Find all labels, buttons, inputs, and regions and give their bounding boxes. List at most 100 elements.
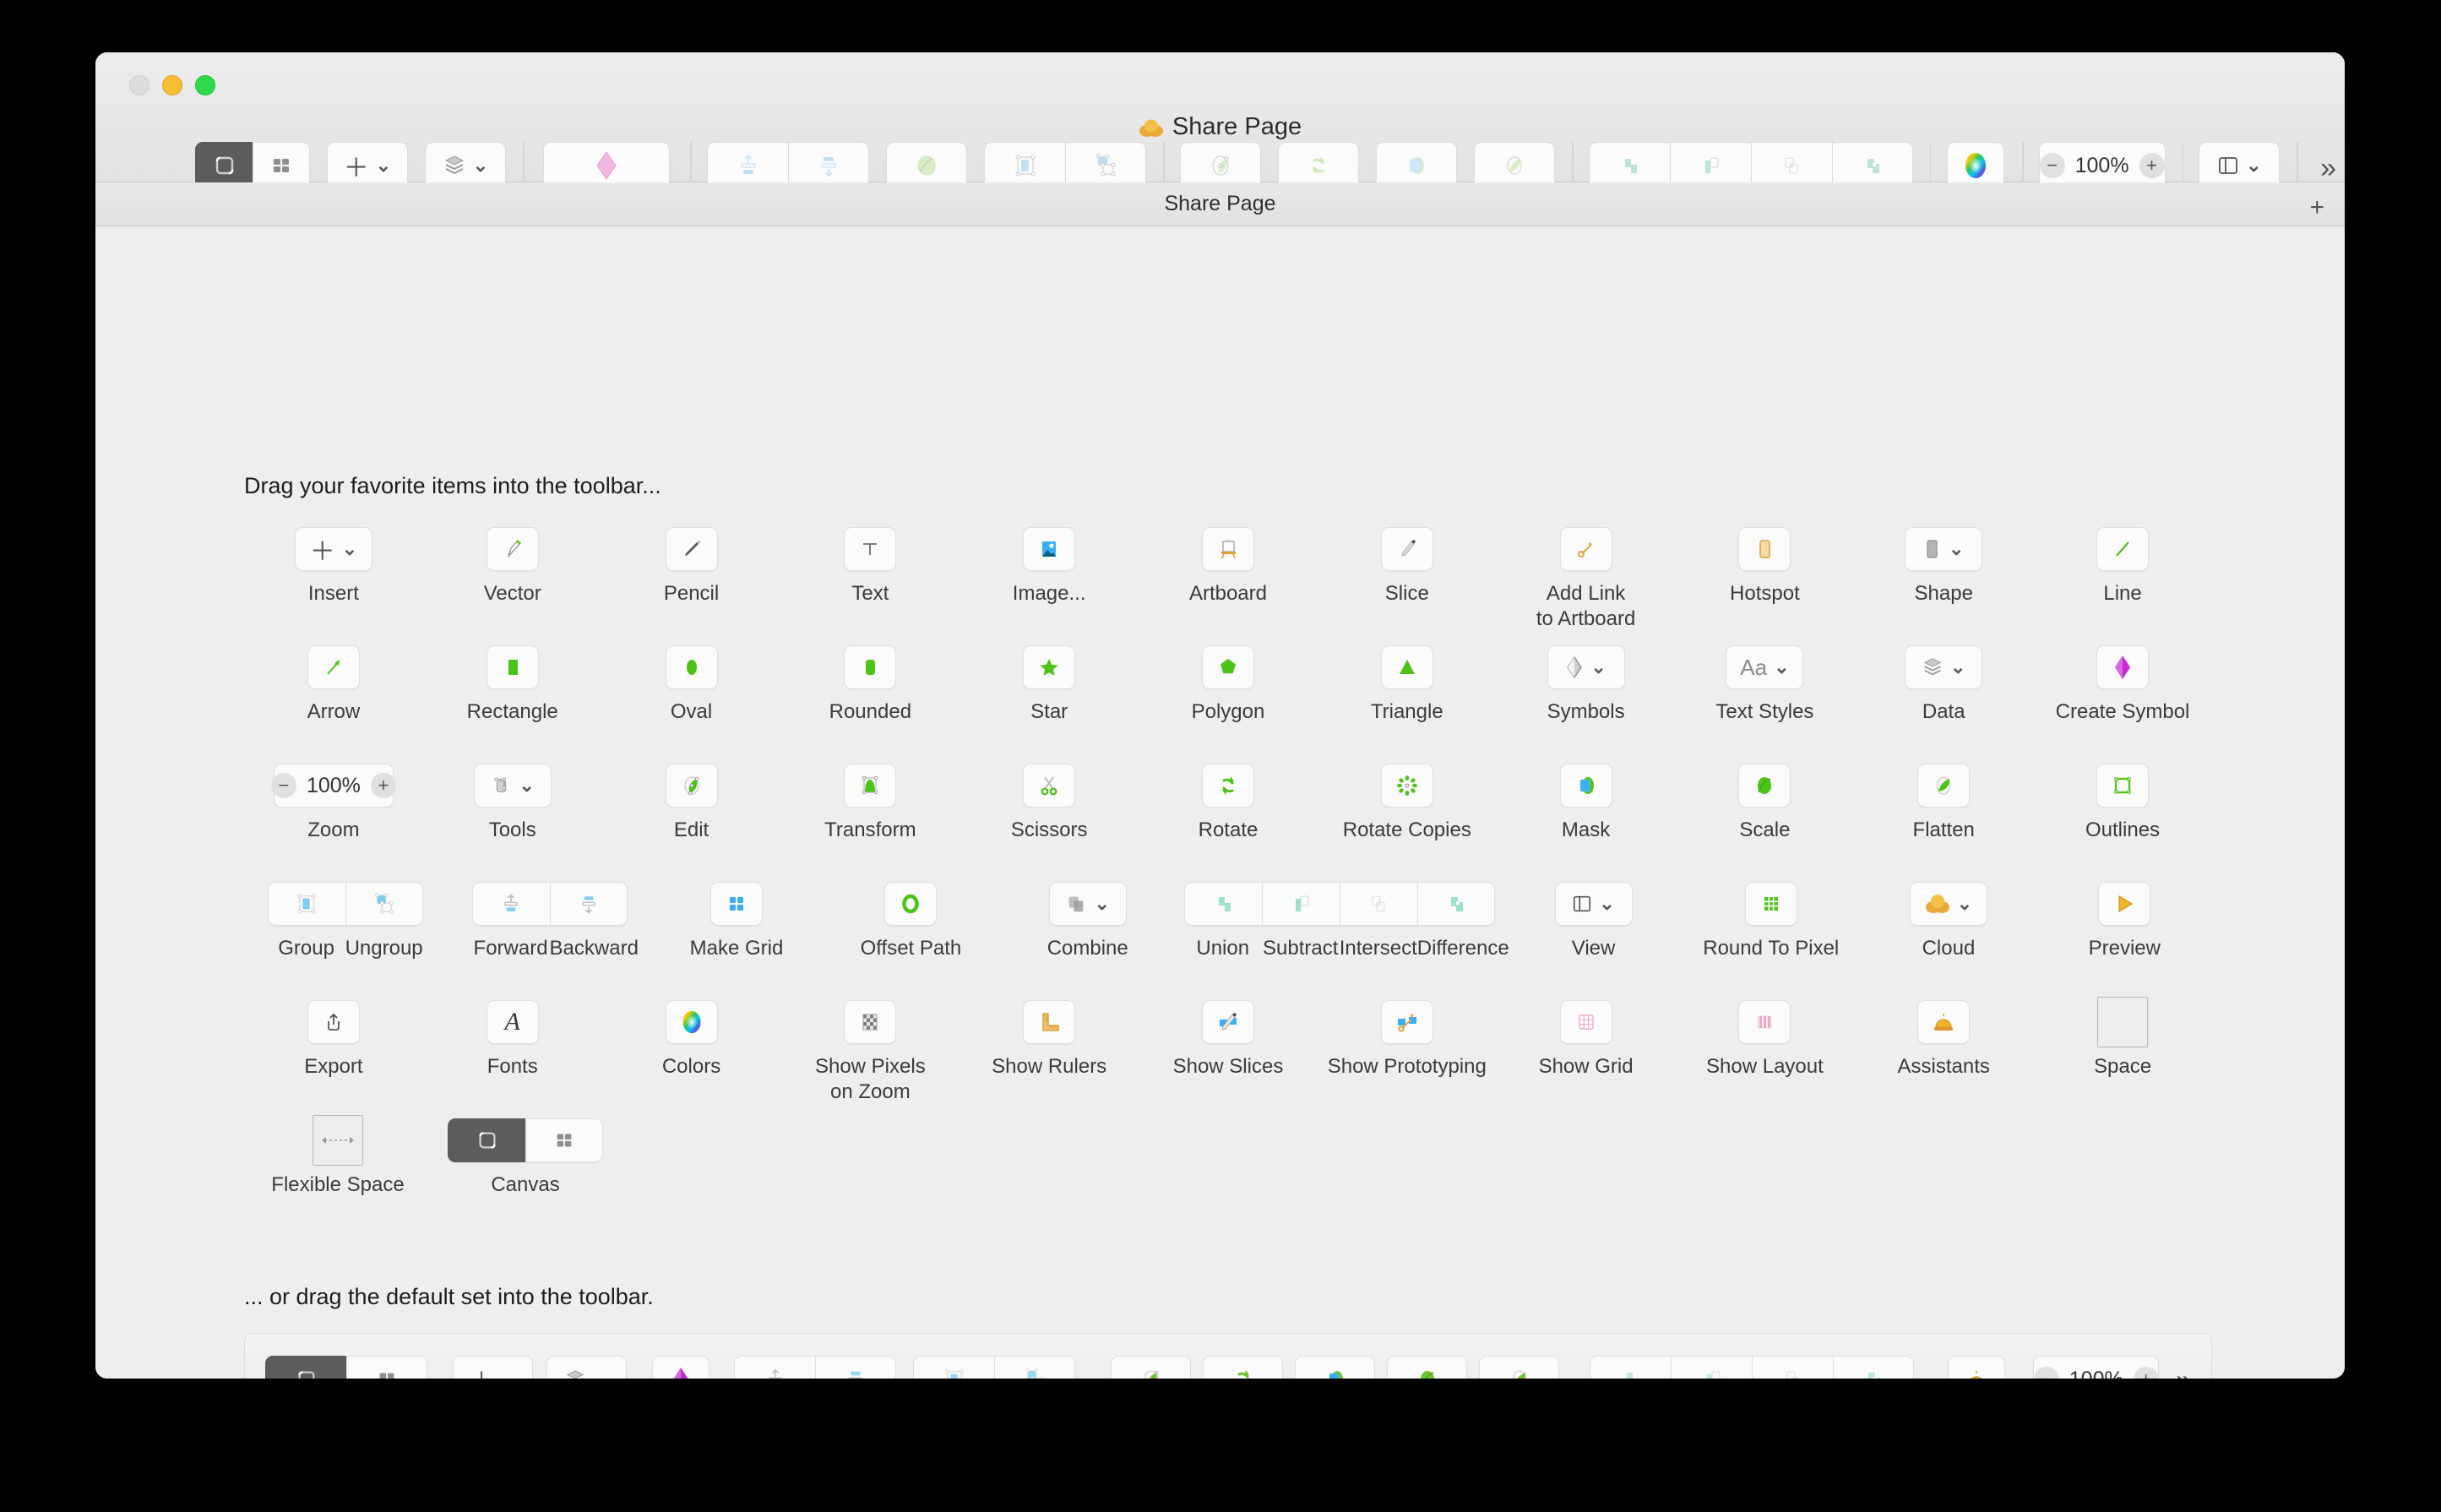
flexible-space-icon[interactable] — [313, 1115, 363, 1166]
scissors-icon[interactable] — [1023, 764, 1076, 808]
rectangle-icon[interactable] — [486, 645, 539, 689]
palette-item-transform[interactable]: Transform — [780, 760, 960, 878]
grid-lines-icon[interactable] — [1559, 1000, 1612, 1044]
layers-icon[interactable]: ⌄ — [1905, 645, 1983, 689]
assistants-bell-icon[interactable] — [1917, 1000, 1971, 1044]
maximize-window-button[interactable] — [195, 75, 215, 95]
symbols-icon[interactable]: ⌄ — [1547, 645, 1625, 689]
backward-icon[interactable] — [549, 882, 628, 926]
arrow-icon[interactable] — [307, 645, 360, 689]
new-tab-button[interactable]: + — [2309, 193, 2324, 222]
palette-item-show-grid[interactable]: Show Grid — [1497, 997, 1676, 1115]
insert-button[interactable]: ＋⌄ — [294, 527, 372, 571]
make-grid-icon[interactable] — [709, 882, 763, 926]
palette-item-star[interactable]: Star — [960, 642, 1139, 760]
show-pixels-icon[interactable] — [844, 1000, 897, 1044]
oval-icon[interactable] — [665, 645, 718, 689]
palette-item-rectangle[interactable]: Rectangle — [423, 642, 602, 760]
palette-item-round-to-pixel[interactable]: Round To Pixel — [1682, 878, 1860, 997]
triangle-icon[interactable] — [1380, 645, 1433, 689]
difference-icon[interactable] — [1416, 882, 1495, 926]
palette-item-text-styles[interactable]: Aa ⌄ Text Styles — [1676, 642, 1855, 760]
grid-icon[interactable] — [346, 1356, 427, 1379]
close-window-button[interactable] — [129, 75, 150, 95]
zoom-stepper[interactable]: −100% + — [270, 764, 396, 808]
palette-item-vector[interactable]: Vector — [423, 524, 602, 642]
data-button[interactable]: ⌄ — [546, 1356, 627, 1379]
palette-item-forward-backward[interactable]: Forward Backward — [446, 878, 653, 997]
palette-item-symbols[interactable]: ⌄ Symbols — [1497, 642, 1676, 760]
palette-item-line[interactable]: Line — [2033, 524, 2212, 642]
image-icon[interactable] — [1023, 527, 1076, 571]
canvas-icon[interactable] — [265, 1356, 346, 1379]
assistants-bell-icon[interactable] — [1947, 1356, 2005, 1379]
symbol-diamond-icon[interactable] — [2096, 645, 2150, 689]
mask-icon[interactable] — [1559, 764, 1612, 808]
palette-item-insert[interactable]: ＋ ⌄ Insert — [244, 524, 423, 642]
scale-icon[interactable] — [1387, 1356, 1468, 1379]
forward-icon[interactable] — [471, 882, 550, 926]
toolbar-overflow-button[interactable]: » — [2320, 152, 2336, 185]
edit-icon[interactable] — [1110, 1356, 1192, 1379]
space-placeholder-icon[interactable] — [2097, 997, 2149, 1047]
intersect-icon[interactable] — [1752, 1356, 1834, 1379]
palette-item-text[interactable]: Text — [780, 524, 960, 642]
insert-button[interactable]: ＋⌄ — [452, 1356, 533, 1379]
combine-icon[interactable]: ⌄ — [1048, 882, 1127, 926]
rotate-icon[interactable] — [1202, 1356, 1284, 1379]
default-boolean-segment[interactable] — [1590, 1356, 1915, 1379]
preview-play-icon[interactable] — [2098, 882, 2151, 926]
default-set-overflow-icon[interactable]: » — [2176, 1364, 2191, 1379]
palette-item-zoom[interactable]: −100% + Zoom — [244, 760, 423, 878]
text-styles-icon[interactable]: Aa ⌄ — [1726, 645, 1804, 689]
zoom-out-button[interactable]: − — [2033, 1367, 2059, 1379]
palette-item-colors[interactable]: Colors — [602, 997, 781, 1115]
export-icon[interactable] — [307, 1000, 360, 1044]
symbol-diamond-icon[interactable] — [651, 1356, 709, 1379]
palette-item-hotspot[interactable]: Hotspot — [1676, 524, 1855, 642]
palette-item-export[interactable]: Export — [244, 997, 423, 1115]
default-canvas-segment[interactable] — [265, 1356, 427, 1379]
round-to-pixel-icon[interactable] — [1744, 882, 1797, 926]
palette-item-data[interactable]: ⌄ Data — [1854, 642, 2033, 760]
flatten-icon[interactable] — [1917, 764, 1971, 808]
forward-icon[interactable] — [734, 1356, 816, 1379]
palette-item-show-pixels-on-zoom[interactable]: Show Pixels on Zoom — [780, 997, 960, 1115]
palette-item-boolean-ops[interactable]: Union Subtract Intersect Difference — [1174, 878, 1509, 997]
union-icon[interactable] — [1590, 1356, 1672, 1379]
palette-item-pencil[interactable]: Pencil — [602, 524, 781, 642]
palette-item-flatten[interactable]: Flatten — [1854, 760, 2033, 878]
palette-item-canvas[interactable]: Canvas — [432, 1115, 619, 1233]
backward-icon[interactable] — [815, 1356, 897, 1379]
zoom-in-button[interactable]: + — [370, 773, 396, 798]
subtract-icon[interactable] — [1671, 1356, 1753, 1379]
palette-item-fonts[interactable]: A Fonts — [423, 997, 602, 1115]
layout-columns-icon[interactable] — [1738, 1000, 1791, 1044]
palette-item-offset-path[interactable]: Offset Path — [820, 878, 1002, 997]
canvas-icon[interactable] — [448, 1118, 525, 1162]
palette-item-show-slices[interactable]: Show Slices — [1139, 997, 1318, 1115]
palette-item-image[interactable]: Image... — [960, 524, 1139, 642]
artboard-icon[interactable] — [1201, 527, 1254, 571]
polygon-icon[interactable] — [1201, 645, 1254, 689]
zoom-in-button[interactable]: + — [2139, 153, 2165, 178]
palette-item-shape[interactable]: ⌄ Shape — [1854, 524, 2033, 642]
palette-item-tools[interactable]: ⌄ Tools — [423, 760, 602, 878]
group-icon[interactable] — [267, 882, 345, 926]
minimize-window-button[interactable] — [162, 75, 182, 95]
palette-item-make-grid[interactable]: Make Grid — [653, 878, 820, 997]
palette-item-create-symbol[interactable]: Create Symbol — [2033, 642, 2212, 760]
palette-item-triangle[interactable]: Triangle — [1318, 642, 1497, 760]
palette-item-oval[interactable]: Oval — [602, 642, 781, 760]
edit-icon[interactable] — [665, 764, 718, 808]
palette-item-rotate[interactable]: Rotate — [1139, 760, 1318, 878]
palette-item-view[interactable]: ⌄ View — [1505, 878, 1682, 997]
hotspot-icon[interactable] — [1738, 527, 1791, 571]
palette-item-arrow[interactable]: Arrow — [244, 642, 423, 760]
palette-item-group-ungroup[interactable]: Group Ungroup — [244, 878, 446, 997]
palette-item-flexible-space[interactable]: Flexible Space — [244, 1115, 432, 1233]
palette-item-edit[interactable]: Edit — [602, 760, 781, 878]
palette-item-polygon[interactable]: Polygon — [1139, 642, 1318, 760]
group-icon[interactable] — [913, 1356, 995, 1379]
palette-item-scale[interactable]: Scale — [1676, 760, 1855, 878]
